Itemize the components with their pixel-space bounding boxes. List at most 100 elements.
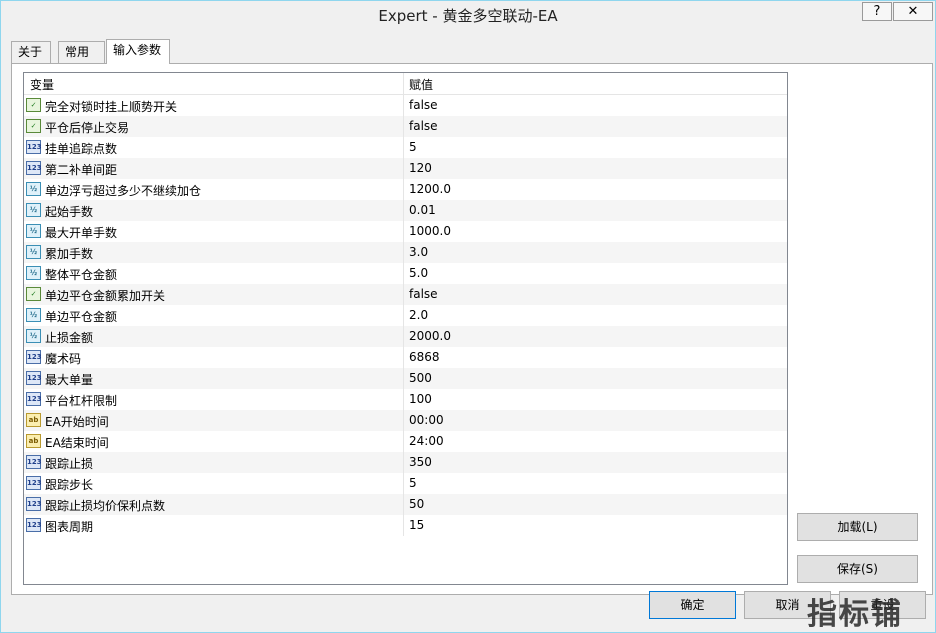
variable-value[interactable]: 6868 — [409, 350, 440, 364]
table-row[interactable]: ✓ 完全对锁时挂上顺势开关 false — [24, 95, 787, 116]
double-type-icon: ½ — [26, 308, 41, 322]
column-divider — [403, 326, 404, 347]
integer-type-icon: 123 — [26, 371, 42, 385]
variable-name: EA结束时间 — [45, 436, 109, 450]
variable-name: 挂单追踪点数 — [45, 142, 118, 156]
watermark-logo: 指标铺 — [807, 597, 903, 632]
variable-value[interactable]: 5 — [409, 476, 417, 490]
load-button[interactable]: 加载(L) — [797, 513, 918, 541]
column-divider — [403, 95, 404, 116]
integer-type-icon: 123 — [26, 518, 42, 532]
string-type-icon: ab — [26, 413, 41, 427]
parameters-grid[interactable]: 变量 赋值 ✓ 完全对锁时挂上顺势开关 false ✓ 平仓后停止交易 false 123 挂… — [23, 72, 788, 585]
help-button[interactable]: ? — [862, 2, 892, 21]
variable-value[interactable]: false — [409, 119, 438, 133]
variable-value[interactable]: 50 — [409, 497, 424, 511]
variable-value[interactable]: 1200.0 — [409, 182, 451, 196]
bool-type-icon: ✓ — [26, 119, 41, 133]
integer-type-icon: 123 — [26, 497, 42, 511]
table-row[interactable]: ✓ 单边平仓金额累加开关 false — [24, 284, 787, 305]
table-row[interactable]: ab EA开始时间 00:00 — [24, 410, 787, 431]
column-divider — [403, 410, 404, 431]
variable-value[interactable]: 5.0 — [409, 266, 428, 280]
table-row[interactable]: ½ 整体平仓金额 5.0 — [24, 263, 787, 284]
column-divider — [403, 347, 404, 368]
table-row[interactable]: ½ 起始手数 0.01 — [24, 200, 787, 221]
variable-value[interactable]: 2.0 — [409, 308, 428, 322]
column-divider — [403, 452, 404, 473]
bool-type-icon: ✓ — [26, 287, 41, 301]
tab-inputs[interactable]: 输入参数 — [106, 39, 170, 64]
table-row[interactable]: ½ 单边浮亏超过多少不继续加仓 1200.0 — [24, 179, 787, 200]
double-type-icon: ½ — [26, 224, 41, 238]
ok-button[interactable]: 确定 — [649, 591, 736, 619]
tab-about[interactable]: 关于 — [11, 41, 51, 63]
variable-value[interactable]: 5 — [409, 140, 417, 154]
variable-name: 平台杠杆限制 — [45, 394, 118, 408]
variable-name: 图表周期 — [45, 520, 94, 534]
column-divider — [403, 431, 404, 452]
variable-value[interactable]: 500 — [409, 371, 432, 385]
variable-name: 累加手数 — [45, 247, 94, 261]
window-title: Expert - 黄金多空联动-EA — [378, 7, 558, 25]
column-header-value[interactable]: 赋值 — [409, 76, 433, 93]
table-row[interactable]: ½ 单边平仓金额 2.0 — [24, 305, 787, 326]
variable-value[interactable]: false — [409, 98, 438, 112]
variable-value[interactable]: 2000.0 — [409, 329, 451, 343]
variable-name: 单边平仓金额累加开关 — [45, 289, 166, 303]
integer-type-icon: 123 — [26, 350, 42, 364]
table-row[interactable]: ab EA结束时间 24:00 — [24, 431, 787, 452]
variable-name: 起始手数 — [45, 205, 94, 219]
table-row[interactable]: 123 图表周期 15 — [24, 515, 787, 536]
integer-type-icon: 123 — [26, 476, 42, 490]
table-row[interactable]: 123 平台杠杆限制 100 — [24, 389, 787, 410]
column-divider — [403, 137, 404, 158]
variable-name: 完全对锁时挂上顺势开关 — [45, 100, 178, 114]
variable-value[interactable]: 100 — [409, 392, 432, 406]
variable-value[interactable]: 00:00 — [409, 413, 444, 427]
integer-type-icon: 123 — [26, 455, 42, 469]
column-divider — [403, 158, 404, 179]
table-row[interactable]: 123 最大单量 500 — [24, 368, 787, 389]
column-divider[interactable] — [403, 73, 404, 94]
double-type-icon: ½ — [26, 182, 41, 196]
variable-value[interactable]: 24:00 — [409, 434, 444, 448]
table-row[interactable]: ✓ 平仓后停止交易 false — [24, 116, 787, 137]
table-row[interactable]: ½ 止损金额 2000.0 — [24, 326, 787, 347]
column-header-variable[interactable]: 变量 — [30, 76, 54, 93]
table-row[interactable]: 123 第二补单间距 120 — [24, 158, 787, 179]
save-button[interactable]: 保存(S) — [797, 555, 918, 583]
table-row[interactable]: ½ 最大开单手数 1000.0 — [24, 221, 787, 242]
variable-name: 止损金额 — [45, 331, 94, 345]
close-button[interactable]: ✕ — [893, 2, 933, 21]
double-type-icon: ½ — [26, 266, 41, 280]
variable-value[interactable]: 3.0 — [409, 245, 428, 259]
table-row[interactable]: 123 跟踪步长 5 — [24, 473, 787, 494]
column-divider — [403, 389, 404, 410]
table-row[interactable]: 123 魔术码 6868 — [24, 347, 787, 368]
variable-value[interactable]: 350 — [409, 455, 432, 469]
variable-name: 最大开单手数 — [45, 226, 118, 240]
table-row[interactable]: ½ 累加手数 3.0 — [24, 242, 787, 263]
tab-common[interactable]: 常用 — [58, 41, 105, 63]
variable-value[interactable]: 1000.0 — [409, 224, 451, 238]
table-row[interactable]: 123 跟踪止损均价保利点数 50 — [24, 494, 787, 515]
table-row[interactable]: 123 挂单追踪点数 5 — [24, 137, 787, 158]
variable-name: 整体平仓金额 — [45, 268, 118, 282]
bool-type-icon: ✓ — [26, 98, 41, 112]
expert-dialog: Expert - 黄金多空联动-EA ? ✕ 关于 常用 输入参数 变量 赋值 … — [0, 0, 936, 633]
variable-value[interactable]: 15 — [409, 518, 424, 532]
variable-name: 单边平仓金额 — [45, 310, 118, 324]
column-divider — [403, 305, 404, 326]
variable-name: 跟踪止损均价保利点数 — [45, 499, 166, 513]
variable-name: 第二补单间距 — [45, 163, 118, 177]
column-divider — [403, 116, 404, 137]
table-row[interactable]: 123 跟踪止损 350 — [24, 452, 787, 473]
variable-name: 平仓后停止交易 — [45, 121, 130, 135]
variable-value[interactable]: false — [409, 287, 438, 301]
variable-value[interactable]: 0.01 — [409, 203, 436, 217]
variable-value[interactable]: 120 — [409, 161, 432, 175]
title-bar[interactable]: Expert - 黄金多空联动-EA ? ✕ — [1, 1, 935, 28]
column-divider — [403, 473, 404, 494]
variable-name: 跟踪止损 — [45, 457, 94, 471]
